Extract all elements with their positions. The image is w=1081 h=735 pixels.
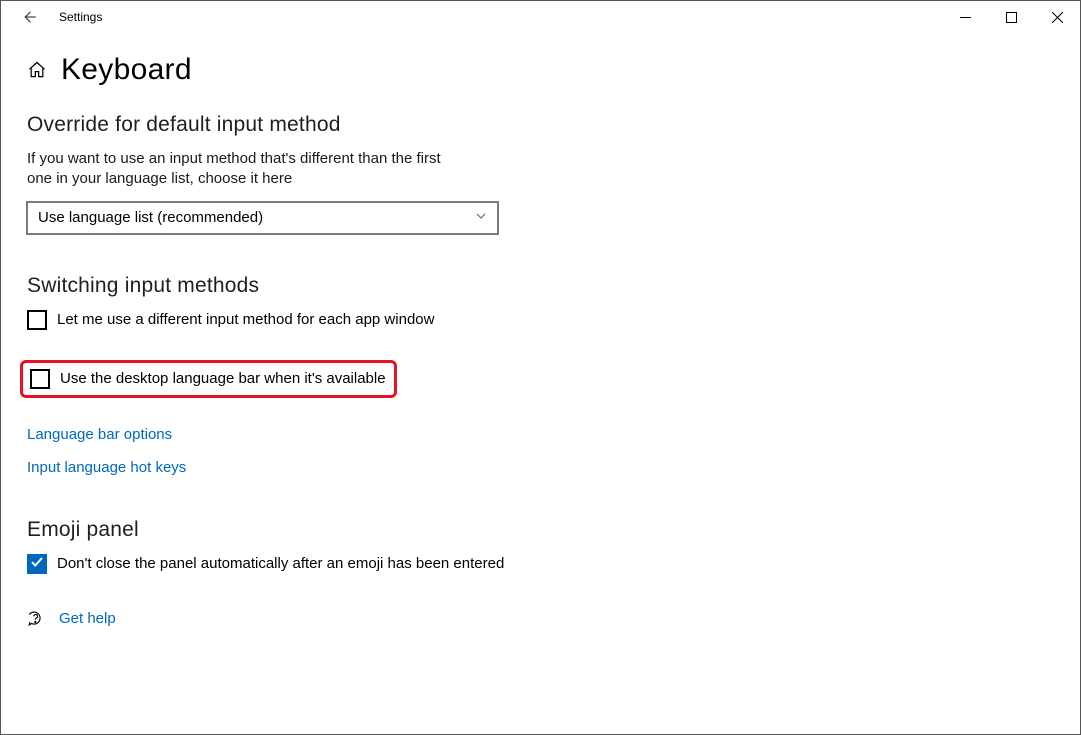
get-help-link[interactable]: Get help [59,610,116,627]
dropdown-selected-value: Use language list (recommended) [38,209,263,226]
checkbox-emoji-dont-close[interactable] [27,554,47,574]
input-language-hot-keys-link[interactable]: Input language hot keys [27,459,1054,476]
page-title: Keyboard [61,53,192,87]
highlighted-option: Use the desktop language bar when it's a… [20,360,397,398]
emoji-heading: Emoji panel [27,518,1054,542]
checkbox-per-app-window[interactable] [27,310,47,330]
close-button[interactable] [1034,1,1080,33]
checkbox-desktop-language-bar-label: Use the desktop language bar when it's a… [60,370,386,387]
input-method-dropdown[interactable]: Use language list (recommended) [27,202,498,234]
checkbox-emoji-dont-close-label: Don't close the panel automatically afte… [57,555,504,572]
help-icon [27,610,45,628]
checkbox-desktop-language-bar[interactable] [30,369,50,389]
checkbox-per-app-window-label: Let me use a different input method for … [57,311,434,328]
home-icon[interactable] [27,60,47,80]
check-icon [30,555,44,572]
window-title: Settings [59,10,102,24]
back-button[interactable] [9,1,49,33]
override-heading: Override for default input method [27,113,1054,137]
chevron-down-icon [475,209,487,226]
language-bar-options-link[interactable]: Language bar options [27,426,1054,443]
minimize-button[interactable] [942,1,988,33]
override-description: If you want to use an input method that'… [27,149,447,190]
switching-heading: Switching input methods [27,274,1054,298]
maximize-button[interactable] [988,1,1034,33]
